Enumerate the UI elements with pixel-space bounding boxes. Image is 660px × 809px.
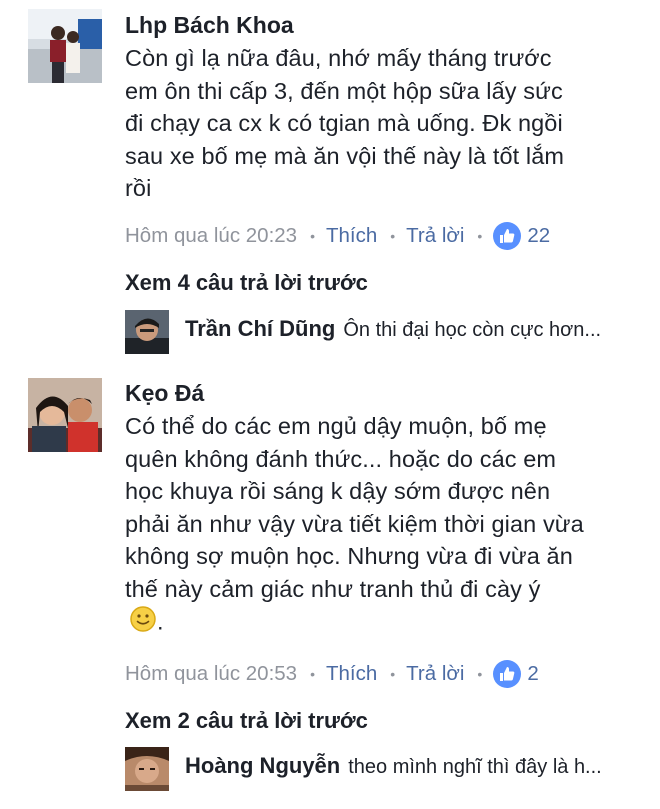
reply-text: Ôn thi đại học còn cực hơn... — [343, 319, 602, 341]
comment-line: . — [125, 605, 648, 642]
comment-text: Còn gì lạ nữa đâu, nhớ mấy tháng trước e… — [125, 42, 648, 205]
comment-actions: Hôm qua lúc 20:23 • Thích • Trả lời • 22 — [125, 221, 550, 251]
comment-line: rồi — [125, 175, 152, 201]
avatar[interactable] — [28, 9, 102, 83]
reply-link[interactable]: Trả lời — [406, 224, 464, 248]
separator-dot: • — [477, 666, 483, 682]
like-count[interactable]: 22 — [527, 224, 550, 248]
avatar[interactable] — [125, 310, 169, 354]
thumbs-up-icon[interactable] — [493, 660, 522, 688]
reply-preview[interactable]: Hoàng Nguyễn theo mình nghĩ thì đây là h.… — [125, 747, 648, 793]
slightly-smiling-face-icon — [129, 605, 157, 642]
comment-line: học khuya rồi sáng k dậy sớm được nên — [125, 478, 551, 504]
separator-dot: • — [477, 228, 483, 244]
reply-author[interactable]: Trần Chí Dũng — [185, 316, 335, 341]
avatar[interactable] — [28, 378, 102, 452]
comment-line: Còn gì lạ nữa đâu, nhớ mấy tháng trước — [125, 45, 552, 71]
comment-line-end: . — [157, 608, 164, 635]
like-link[interactable]: Thích — [326, 224, 377, 248]
reply-link[interactable]: Trả lời — [406, 662, 464, 686]
comment-line: đi chạy ca cx k có tgian mà uống. Đk ngồ… — [125, 110, 563, 136]
comment: Kẹo Đá Có thể do các em ngủ dậy muộn, bố… — [0, 370, 660, 809]
see-previous-replies-link[interactable]: Xem 4 câu trả lời trước — [125, 270, 368, 296]
comment: Lhp Bách Khoa Còn gì lạ nữa đâu, nhớ mấy… — [0, 0, 660, 360]
reply-text-line: Hoàng Nguyễn theo mình nghĩ thì đây là h.… — [185, 753, 655, 779]
separator-dot: • — [390, 666, 396, 682]
comment-timestamp[interactable]: Hôm qua lúc 20:23 — [125, 224, 297, 248]
reply-preview[interactable]: Trần Chí Dũng Ôn thi đại học còn cực hơn.… — [125, 310, 648, 356]
reply-text: theo mình nghĩ thì đây là h... — [348, 756, 602, 778]
comment-line: sau xe bố mẹ mà ăn vội thế này là tốt lắ… — [125, 142, 565, 169]
comment-timestamp[interactable]: Hôm qua lúc 20:53 — [125, 662, 297, 686]
thumbs-up-icon[interactable] — [493, 222, 522, 250]
see-previous-replies-link[interactable]: Xem 2 câu trả lời trước — [125, 708, 368, 734]
comment-author[interactable]: Kẹo Đá — [125, 378, 648, 408]
avatar[interactable] — [125, 747, 169, 791]
like-count[interactable]: 2 — [527, 662, 538, 686]
comment-author[interactable]: Lhp Bách Khoa — [125, 10, 648, 40]
reply-text-line: Trần Chí Dũng Ôn thi đại học còn cực hơn.… — [185, 316, 655, 342]
reply-author[interactable]: Hoàng Nguyễn — [185, 753, 340, 778]
separator-dot: • — [310, 666, 315, 682]
comment-line: em ôn thi cấp 3, đến một hộp sữa lấy sức — [125, 77, 563, 104]
comment-line: phải ăn như vậy vừa tiết kiệm thời gian … — [125, 510, 584, 537]
comment-text: Có thể do các em ngủ dậy muộn, bố mẹ quê… — [125, 410, 648, 642]
separator-dot: • — [310, 228, 315, 244]
comment-line: không sợ muộn học. Nhưng vừa đi vừa ăn — [125, 543, 573, 569]
comment-line: Có thể do các em ngủ dậy muộn, bố mẹ — [125, 413, 547, 439]
comment-actions: Hôm qua lúc 20:53 • Thích • Trả lời • 2 — [125, 659, 539, 689]
comment-line: quên không đánh thức... hoặc do các em — [125, 445, 557, 472]
comment-line: thế này cảm giác như tranh thủ đi cày ý — [125, 575, 541, 602]
like-link[interactable]: Thích — [326, 662, 377, 686]
separator-dot: • — [390, 228, 396, 244]
